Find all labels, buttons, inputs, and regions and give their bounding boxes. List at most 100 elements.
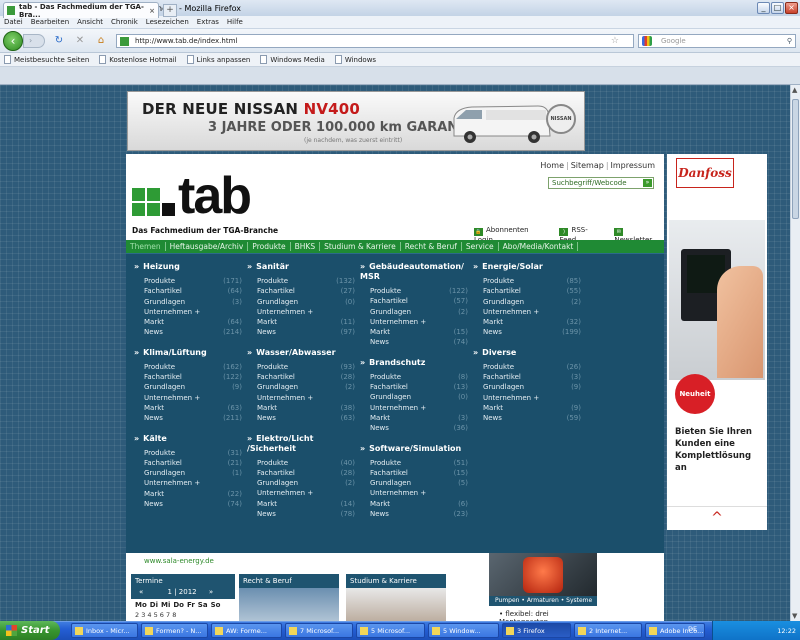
- bookmark-meistbesuchte[interactable]: Meistbesuchte Seiten: [4, 55, 89, 64]
- bookmark-windows[interactable]: Windows: [334, 55, 376, 64]
- tab-logo[interactable]: tab: [132, 167, 282, 225]
- nissan-banner-ad[interactable]: DER NEUE NISSAN NV400 3 JAHRE ODER 100.0…: [127, 91, 585, 151]
- category-link[interactable]: News (36): [370, 423, 468, 433]
- danfoss-ad[interactable]: Danfoss Neuheit Bieten Sie Ihren Kunden …: [667, 154, 767, 530]
- category-title[interactable]: » Sanitär: [247, 262, 355, 272]
- taskbar-item[interactable]: AW: Forme...: [211, 623, 282, 638]
- new-tab-button[interactable]: +: [163, 4, 177, 17]
- category-link[interactable]: Fachartikel (57): [370, 296, 468, 306]
- category-link[interactable]: Markt (9): [483, 403, 581, 413]
- nav-bhks[interactable]: BHKS: [291, 242, 321, 251]
- category-link[interactable]: Unternehmen +: [483, 393, 581, 403]
- category-title[interactable]: » Wasser/Abwasser: [247, 348, 355, 358]
- category-link[interactable]: Markt (64): [144, 317, 242, 327]
- taskbar-item[interactable]: 2 Internet...: [574, 623, 642, 638]
- category-link[interactable]: News (214): [144, 327, 242, 337]
- category-link[interactable]: Grundlagen (2): [483, 297, 581, 307]
- category-link[interactable]: News (59): [483, 413, 581, 423]
- maximize-button[interactable]: □: [771, 2, 784, 14]
- start-button[interactable]: Start: [0, 621, 60, 640]
- category-link[interactable]: Produkte (8): [370, 372, 468, 382]
- category-title[interactable]: » Heizung: [134, 262, 242, 272]
- stop-icon[interactable]: ✕: [74, 35, 86, 47]
- bookmark-windows-media[interactable]: Windows Media: [260, 55, 325, 64]
- category-link[interactable]: News (78): [257, 509, 355, 519]
- category-link[interactable]: Fachartikel (21): [144, 458, 242, 468]
- category-title[interactable]: » Energie/Solar: [473, 262, 581, 272]
- nav-heftausgabe[interactable]: Heftausgabe/Archiv: [166, 242, 249, 251]
- calendar-prev[interactable]: «: [139, 588, 143, 596]
- studium-karriere-box[interactable]: Studium & Karriere: [346, 574, 446, 621]
- taskbar-item[interactable]: Inbox - Micr...: [71, 623, 138, 638]
- bookmark-links-anpassen[interactable]: Links anpassen: [186, 55, 250, 64]
- chevron-up-icon[interactable]: ^: [667, 506, 767, 530]
- menu-bearbeiten[interactable]: Bearbeiten: [31, 18, 69, 26]
- category-link[interactable]: Unternehmen +: [144, 307, 242, 317]
- browser-tab[interactable]: tab - Das Fachmedium der TGA-Bra... ×: [3, 2, 159, 19]
- menu-lesezeichen[interactable]: Lesezeichen: [146, 18, 189, 26]
- category-link[interactable]: News (199): [483, 327, 581, 337]
- category-title[interactable]: » Elektro/Licht /Sicherheit: [247, 434, 355, 454]
- vertical-scrollbar[interactable]: ▲ ▼: [790, 85, 800, 621]
- category-link[interactable]: Grundlagen (9): [483, 382, 581, 392]
- category-link[interactable]: Produkte (171): [144, 276, 242, 286]
- nav-recht[interactable]: Recht & Beruf: [401, 242, 462, 251]
- close-button[interactable]: ×: [785, 2, 798, 14]
- taskbar-item[interactable]: 3 Firefox: [502, 623, 571, 638]
- category-title[interactable]: » Kälte: [134, 434, 242, 444]
- category-link[interactable]: Grundlagen (0): [257, 297, 355, 307]
- category-title[interactable]: » Klima/Lüftung: [134, 348, 242, 358]
- category-link[interactable]: Unternehmen +: [257, 307, 355, 317]
- nav-abo[interactable]: Abo/Media/Kontakt: [499, 242, 579, 251]
- category-link[interactable]: Unternehmen +: [370, 317, 468, 327]
- category-link[interactable]: Markt (3): [370, 413, 468, 423]
- category-link[interactable]: News (23): [370, 509, 468, 519]
- nav-produkte[interactable]: Produkte: [248, 242, 291, 251]
- category-title[interactable]: » Brandschutz: [360, 358, 468, 368]
- nav-service[interactable]: Service: [462, 242, 499, 251]
- site-search-input[interactable]: Suchbegriff/Webcode »: [548, 177, 654, 189]
- nav-studium[interactable]: Studium & Karriere: [320, 242, 401, 251]
- category-link[interactable]: Grundlagen (1): [144, 468, 242, 478]
- category-link[interactable]: Unternehmen +: [257, 393, 355, 403]
- scroll-down-icon[interactable]: ▼: [792, 612, 797, 620]
- search-go-button[interactable]: »: [643, 179, 652, 187]
- category-link[interactable]: News (74): [370, 337, 468, 347]
- search-bar[interactable]: Google ⚲: [638, 34, 796, 48]
- category-link[interactable]: Markt (38): [257, 403, 355, 413]
- category-link[interactable]: Fachartikel (13): [370, 382, 468, 392]
- calendar-dates[interactable]: 2 3 4 5 6 7 8: [131, 611, 235, 619]
- category-link[interactable]: Produkte (122): [370, 286, 468, 296]
- search-icon[interactable]: ⚲: [787, 37, 792, 45]
- category-link[interactable]: Fachartikel (64): [144, 286, 242, 296]
- category-link[interactable]: Fachartikel (55): [483, 286, 581, 296]
- category-link[interactable]: Fachartikel (28): [257, 372, 355, 382]
- taskbar-item[interactable]: 5 Microsof...: [356, 623, 425, 638]
- minimize-button[interactable]: _: [757, 2, 770, 14]
- scroll-thumb[interactable]: [792, 99, 799, 219]
- clock[interactable]: 12:22: [777, 627, 796, 635]
- category-link[interactable]: Markt (32): [483, 317, 581, 327]
- bookmark-star-icon[interactable]: ☆: [611, 36, 619, 46]
- category-title[interactable]: » Gebäudeautomation/ MSR: [360, 262, 468, 282]
- menu-extras[interactable]: Extras: [197, 18, 219, 26]
- category-link[interactable]: Unternehmen +: [144, 393, 242, 403]
- sala-energy-link[interactable]: www.sala-energy.de: [144, 557, 214, 565]
- taskbar-item[interactable]: 7 Microsof...: [285, 623, 353, 638]
- category-link[interactable]: Unternehmen +: [144, 478, 242, 488]
- category-link[interactable]: Unternehmen +: [370, 403, 468, 413]
- category-link[interactable]: Fachartikel (15): [370, 468, 468, 478]
- url-bar[interactable]: http://www.tab.de/index.html ☆: [116, 34, 634, 48]
- reload-icon[interactable]: ↻: [53, 35, 65, 47]
- category-link[interactable]: Produkte (51): [370, 458, 468, 468]
- category-link[interactable]: Produkte (162): [144, 362, 242, 372]
- category-link[interactable]: Markt (11): [257, 317, 355, 327]
- category-link[interactable]: Markt (63): [144, 403, 242, 413]
- home-icon[interactable]: ⌂: [95, 35, 107, 47]
- category-title[interactable]: » Diverse: [473, 348, 581, 358]
- category-link[interactable]: Grundlagen (3): [144, 297, 242, 307]
- category-link[interactable]: Markt (15): [370, 327, 468, 337]
- menu-chronik[interactable]: Chronik: [111, 18, 138, 26]
- menu-ansicht[interactable]: Ansicht: [77, 18, 103, 26]
- category-link[interactable]: Grundlagen (0): [370, 392, 468, 402]
